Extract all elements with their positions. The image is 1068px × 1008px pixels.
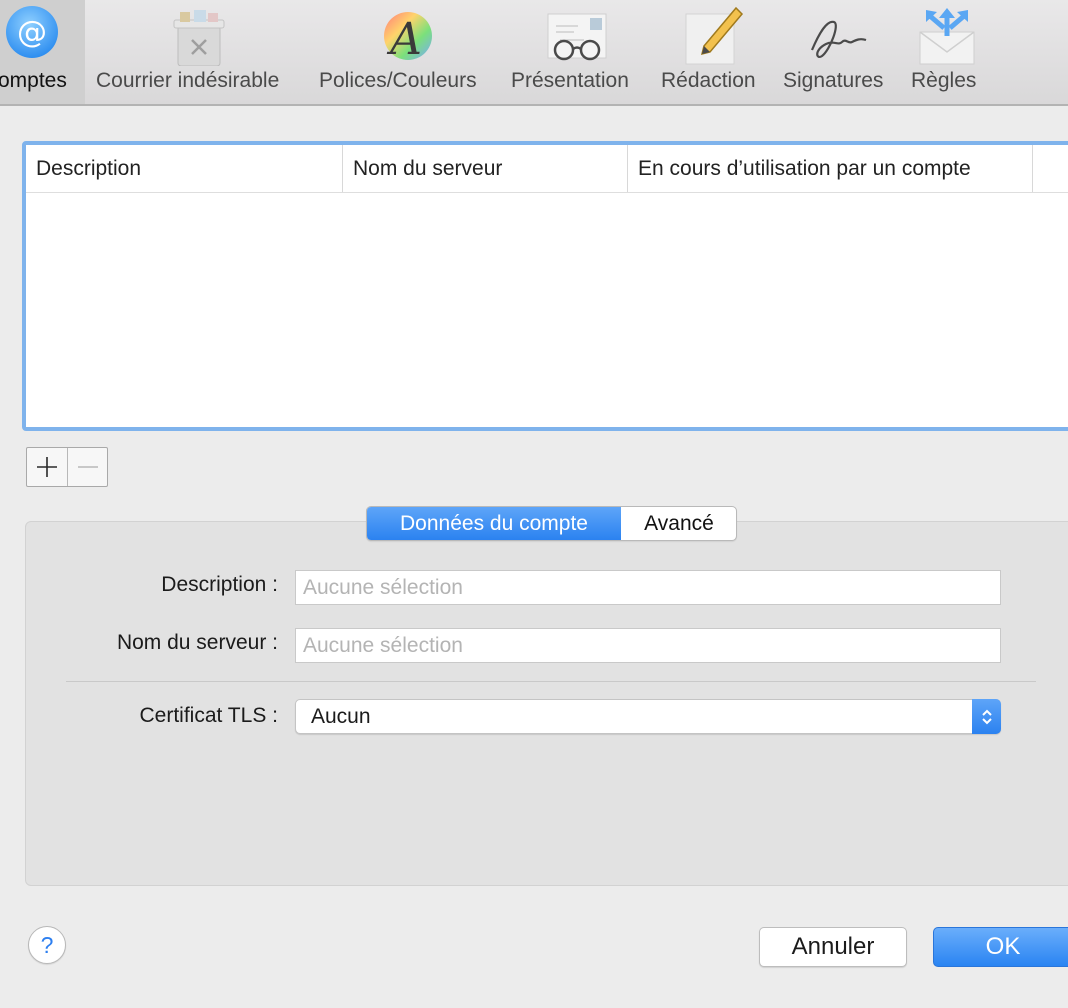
add-server-button[interactable]	[27, 448, 68, 486]
details-tab-control: Données du compte Avancé	[366, 506, 737, 541]
toolbar-item-composing[interactable]: Rédaction	[658, 0, 770, 104]
description-input[interactable]	[295, 570, 1001, 605]
pencil-paper-icon	[680, 6, 744, 66]
form-divider	[66, 681, 1036, 682]
help-button[interactable]: ?	[28, 926, 66, 964]
toolbar-item-signatures[interactable]: Signatures	[780, 0, 900, 104]
column-header-description[interactable]: Description	[26, 145, 342, 192]
tab-account-information[interactable]: Données du compte	[367, 507, 621, 540]
table-header: Description Nom du serveur En cours d’ut…	[26, 145, 1068, 193]
toolbar-item-accounts[interactable]: @ omptes	[0, 0, 85, 104]
tls-certificate-label: Certificat TLS :	[139, 704, 279, 727]
toolbar-label-junk-mail: Courrier indésirable	[96, 69, 280, 92]
smtp-server-preferences-window: @ omptes Courrier indésirable A Polices/…	[0, 0, 1068, 1008]
cancel-button[interactable]: Annuler	[759, 927, 907, 967]
toolbar-item-rules[interactable]: Règles	[908, 0, 998, 104]
junk-trash-icon	[166, 6, 230, 67]
smtp-server-table[interactable]: Description Nom du serveur En cours d’ut…	[22, 141, 1068, 431]
rules-envelope-icon	[914, 6, 978, 66]
at-sign-icon: @	[2, 6, 66, 66]
toolbar-label-rules: Règles	[911, 69, 977, 92]
column-header-server-name[interactable]: Nom du serveur	[342, 145, 627, 192]
server-name-input[interactable]	[295, 628, 1001, 663]
tls-certificate-value: Aucun	[311, 705, 371, 728]
toolbar-label-viewing: Présentation	[511, 69, 629, 92]
plus-icon	[37, 457, 57, 477]
tls-certificate-popup[interactable]: Aucun	[295, 699, 1001, 734]
toolbar-item-junk-mail[interactable]: Courrier indésirable	[92, 0, 306, 104]
toolbar-label-accounts: omptes	[0, 69, 67, 92]
toolbar-label-fonts-colors: Polices/Couleurs	[319, 69, 477, 92]
signature-icon	[804, 6, 868, 66]
glasses-letter-icon	[544, 6, 608, 66]
toolbar-label-signatures: Signatures	[783, 69, 884, 92]
add-remove-control	[26, 447, 108, 487]
toolbar-item-viewing[interactable]: Présentation	[508, 0, 648, 104]
ok-button[interactable]: OK	[933, 927, 1068, 967]
popup-arrows-icon	[972, 699, 1001, 734]
column-header-in-use-by-account[interactable]: En cours d’utilisation par un compte	[627, 145, 1032, 192]
svg-text:@: @	[17, 15, 47, 50]
column-header-empty	[1032, 145, 1068, 192]
remove-server-button[interactable]	[68, 448, 108, 486]
toolbar-label-composing: Rédaction	[661, 69, 756, 92]
preferences-toolbar: @ omptes Courrier indésirable A Polices/…	[0, 0, 1068, 106]
minus-icon	[78, 466, 98, 468]
server-name-label: Nom du serveur :	[116, 631, 278, 654]
toolbar-item-fonts-colors[interactable]: A Polices/Couleurs	[316, 0, 498, 104]
description-label: Description :	[161, 573, 278, 596]
table-body-empty[interactable]	[26, 193, 1068, 427]
fonts-colors-icon: A	[376, 6, 440, 66]
svg-text:A: A	[386, 14, 422, 65]
tab-advanced[interactable]: Avancé	[622, 507, 736, 540]
